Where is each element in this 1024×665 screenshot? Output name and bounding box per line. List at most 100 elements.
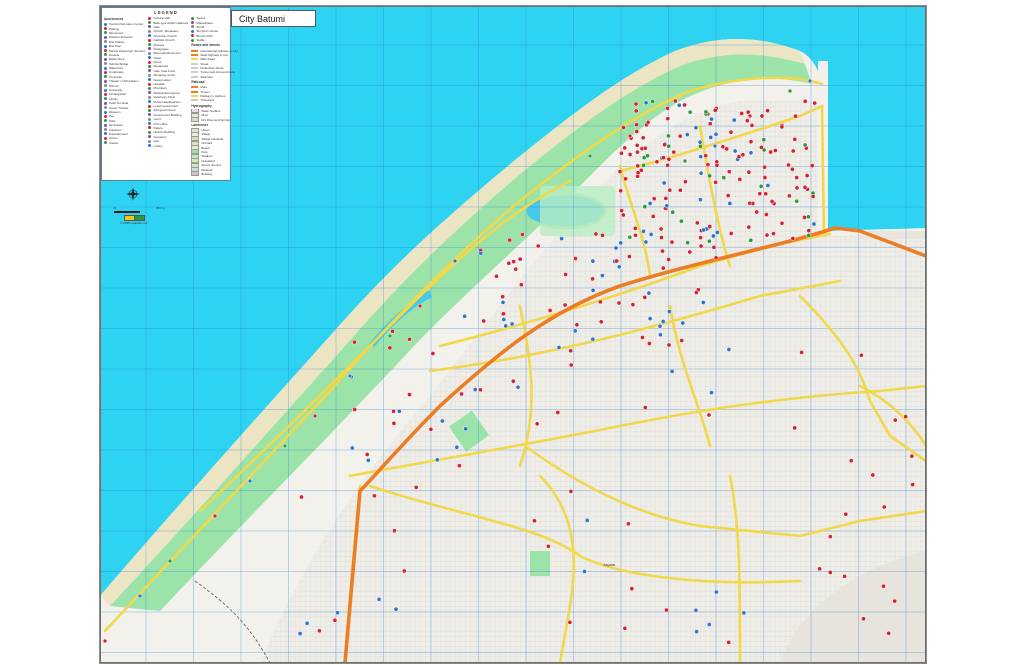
- poi-marker: [392, 528, 397, 534]
- poi-marker: [909, 453, 915, 459]
- poi-marker: [478, 387, 483, 393]
- poi-marker: [802, 98, 808, 104]
- poi-marker: [694, 220, 700, 226]
- poi-marker: [665, 162, 670, 168]
- poi-marker: [387, 345, 393, 351]
- poi-marker: [535, 243, 541, 249]
- poi-marker: [513, 266, 519, 272]
- poi-marker: [660, 319, 666, 324]
- poi-marker: [698, 197, 703, 203]
- legend-item-label: Urban: [201, 128, 210, 132]
- poi-marker-coastal: [807, 78, 813, 84]
- poi-marker: [693, 607, 699, 613]
- poi-marker-coastal: [102, 638, 108, 644]
- poi-marker: [413, 485, 419, 490]
- poi-marker: [573, 256, 578, 261]
- poi-marker: [705, 162, 711, 168]
- legend-area-symbol: [191, 171, 200, 177]
- poi-marker-coastal: [682, 158, 688, 164]
- legend-item-label: Green Theater: [109, 105, 129, 110]
- legend-heading: Hydrography: [191, 103, 212, 108]
- poi-marker: [892, 598, 898, 604]
- legend-poi-icon: [148, 60, 152, 64]
- legend-item-label: Theater / Chill Garden: [109, 79, 139, 84]
- legend-line-symbol: [191, 95, 199, 98]
- poi-marker: [746, 224, 752, 230]
- legend-poi-icon: [148, 25, 152, 29]
- legend-line-symbol: [191, 49, 199, 52]
- poi-marker: [666, 133, 671, 139]
- poi-marker: [650, 99, 655, 104]
- legend-item-label: Palace: [153, 125, 163, 130]
- legend-item-label: Tramways: [200, 98, 215, 103]
- poi-marker: [494, 273, 499, 279]
- poi-marker: [707, 173, 713, 179]
- legend-poi-icon: [191, 34, 195, 38]
- legend-item-label: Sports Ground: [201, 163, 221, 168]
- legend-poi-icon: [104, 106, 107, 110]
- poi-marker: [666, 342, 672, 348]
- legend-item-label: Tower: [153, 55, 162, 60]
- poi-marker: [515, 384, 521, 390]
- legend-poi-icon: [148, 78, 152, 82]
- poi-marker: [727, 201, 733, 206]
- scale-bar-light: [127, 211, 140, 213]
- legend-item-label: Lottery: [153, 143, 163, 148]
- poi-marker: [881, 583, 886, 589]
- poi-marker-coastal: [627, 133, 633, 139]
- legend-column-1: Amusement Tourist information Center Park…: [104, 16, 145, 176]
- legend-poi-icon: [104, 62, 107, 66]
- poi-marker: [698, 143, 703, 149]
- district-label: Jagata: [603, 562, 616, 567]
- poi-marker: [762, 164, 767, 170]
- poi-marker: [567, 619, 573, 625]
- legend-poi-icon: [104, 44, 107, 48]
- poi-marker: [794, 185, 800, 191]
- legend-item-label: Staircase: [200, 74, 213, 79]
- legend-poi-icon: [148, 122, 152, 126]
- poi-marker: [720, 144, 726, 150]
- poi-marker: [769, 199, 775, 204]
- poi-marker: [666, 309, 672, 314]
- poi-marker: [680, 320, 686, 326]
- legend-poi-icon: [104, 136, 107, 140]
- poi-marker: [622, 625, 628, 631]
- poi-marker: [713, 179, 718, 185]
- poi-marker: [802, 142, 808, 148]
- poi-marker: [635, 149, 640, 155]
- poi-marker: [352, 339, 357, 345]
- legend-item-label: International highway in City: [200, 48, 238, 53]
- legend-item-label: Cemetery: [153, 134, 167, 139]
- poi-marker: [711, 233, 716, 239]
- legend-poi-icon: [148, 144, 152, 148]
- legend-line-symbol: [191, 86, 199, 89]
- legend-item-label: Ski Sport Center: [196, 29, 219, 34]
- poi-marker: [642, 295, 648, 300]
- poi-marker: [590, 276, 595, 282]
- poi-marker: [617, 169, 623, 174]
- legend-item-label: Park: [201, 149, 208, 154]
- map-frame[interactable]: LEGEND Amusement Tourist information Cen…: [99, 5, 927, 664]
- poi-marker: [759, 113, 765, 119]
- poi-marker: [618, 188, 624, 194]
- poi-marker: [848, 458, 854, 464]
- poi-marker: [786, 162, 791, 168]
- scale-bar: 0 250 m © 2015 Graphicx Inc.: [114, 205, 174, 235]
- legend-item-label: Pastime Entrance: [109, 35, 133, 40]
- poi-marker: [317, 628, 322, 634]
- poi-marker: [627, 234, 633, 240]
- poi-marker: [790, 148, 796, 154]
- poi-marker: [623, 176, 628, 182]
- poi-marker: [643, 239, 649, 245]
- poi-marker: [664, 203, 670, 209]
- legend-item-label: Local Government: [153, 104, 178, 108]
- legend-item-label: Ski lift: [196, 24, 205, 29]
- legend-poi-icon: [148, 130, 152, 134]
- legend-item-label: Library: [109, 96, 119, 101]
- legend-poi-icon: [104, 22, 107, 26]
- park-inland: [530, 551, 550, 576]
- poi-marker: [744, 118, 750, 124]
- legend-poi-icon: [104, 35, 107, 39]
- poi-marker: [352, 407, 358, 412]
- legend-poi-icon: [104, 70, 107, 74]
